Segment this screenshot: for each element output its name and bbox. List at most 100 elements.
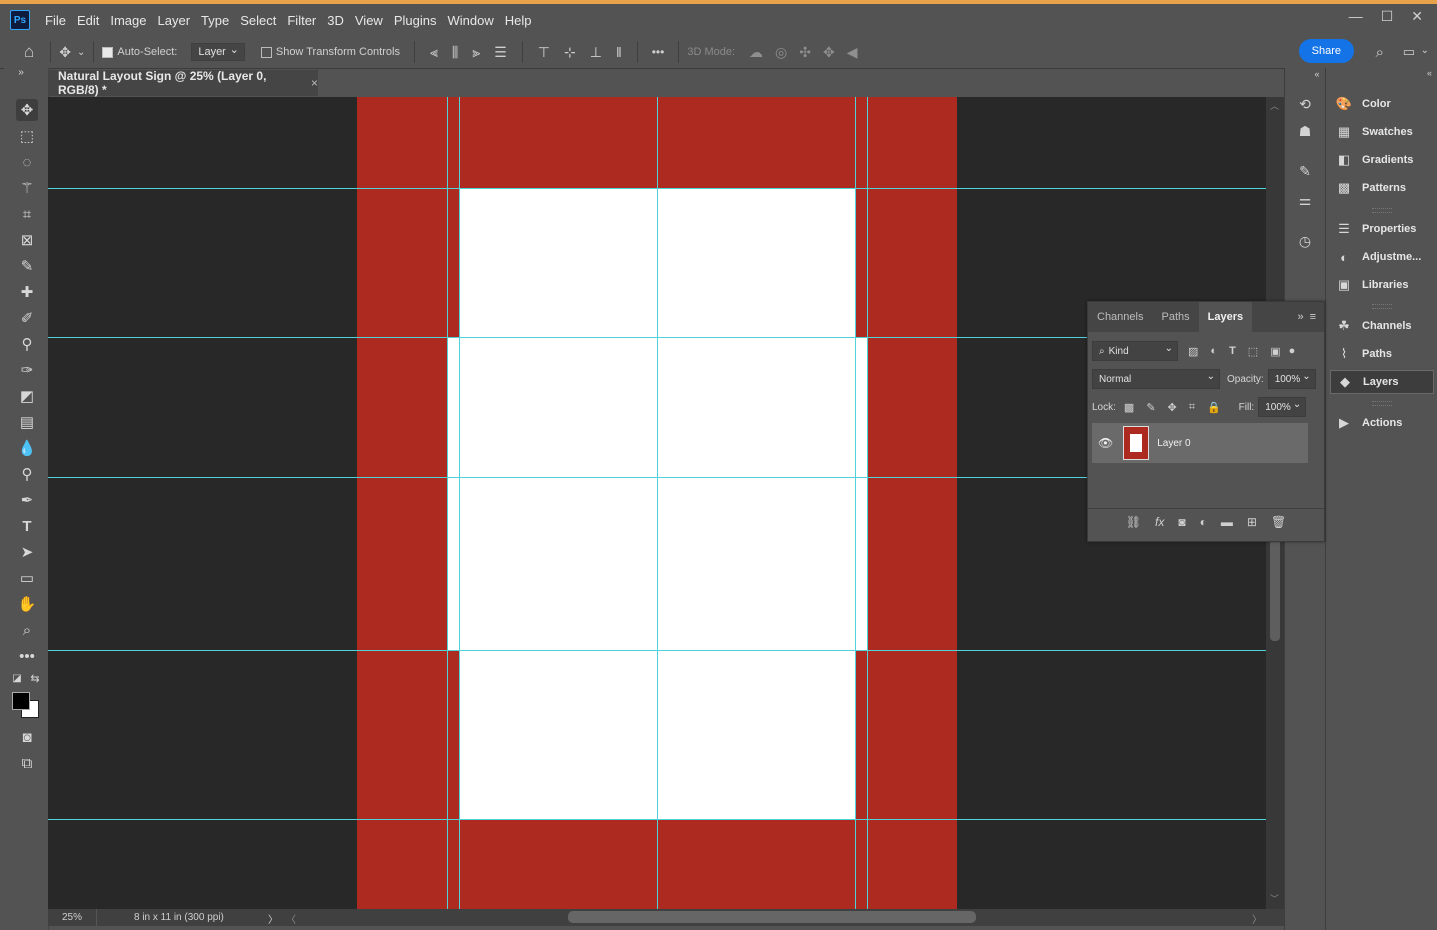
history-states-icon[interactable]: ◷ [1295, 231, 1315, 251]
roll-3d-icon[interactable]: ◎ [775, 44, 787, 61]
rectangle-tool-icon[interactable]: ▭ [16, 567, 38, 589]
tab-channels[interactable]: Channels [1088, 302, 1152, 332]
lock-all-icon[interactable]: 🔒 [1207, 401, 1221, 414]
scroll-down-icon[interactable]: ﹀ [1270, 892, 1279, 905]
menu-plugins[interactable]: Plugins [389, 13, 443, 28]
link-layers-icon[interactable]: ⛓ [1126, 515, 1141, 529]
new-adjustment-icon[interactable]: ◐ [1200, 515, 1207, 529]
magic-wand-tool-icon[interactable]: ⚚ [16, 177, 38, 199]
default-colors-icon[interactable]: ◪ [10, 671, 24, 685]
align-horizontal-center-icon[interactable]: ⫼ [452, 44, 458, 61]
dock-item-color[interactable]: 🎨 Color [1330, 92, 1434, 116]
close-tab-icon[interactable]: × [311, 76, 318, 90]
align-top-icon[interactable]: ⊤ [538, 44, 550, 61]
guide-horizontal[interactable] [48, 819, 1266, 820]
guide-horizontal[interactable] [48, 337, 1266, 338]
scale-3d-icon[interactable]: ◀ [847, 44, 858, 61]
marquee-tool-icon[interactable]: ⬚ [16, 125, 38, 147]
menu-type[interactable]: Type [196, 13, 235, 28]
horizontal-scroll-thumb[interactable] [568, 911, 976, 923]
lasso-tool-icon[interactable]: ◌ [16, 151, 38, 173]
distribute-vertical-icon[interactable]: ☰ [494, 44, 507, 61]
status-menu-arrow-icon[interactable]: 〉 [268, 911, 278, 926]
lock-transparent-icon[interactable]: ▩ [1124, 401, 1134, 414]
blend-mode-dropdown[interactable]: Normal [1092, 369, 1220, 389]
path-selection-tool-icon[interactable]: ➤ [16, 541, 38, 563]
gradient-tool-icon[interactable]: ▤ [16, 411, 38, 433]
dock-item-properties[interactable]: ☰ Properties [1330, 217, 1434, 241]
auto-select-target-dropdown[interactable]: Layer [191, 43, 245, 61]
orbit-3d-icon[interactable]: ☁ [749, 44, 763, 61]
guide-vertical[interactable] [867, 97, 868, 909]
fx-icon[interactable]: fx [1155, 515, 1164, 529]
healing-brush-tool-icon[interactable]: ✚ [16, 281, 38, 303]
foreground-color-swatch[interactable] [12, 692, 30, 710]
move-tool-preset-icon[interactable]: ✥ [59, 44, 71, 61]
move-tool-icon[interactable]: ✥ [16, 99, 38, 121]
scroll-up-icon[interactable]: ︿ [1270, 99, 1279, 112]
filter-adjustment-icon[interactable]: ◐ [1210, 345, 1217, 357]
filter-type-icon[interactable]: T [1229, 345, 1236, 357]
slide-3d-icon[interactable]: ✥ [823, 44, 835, 61]
panel-menu-icon[interactable]: ≡ [1310, 311, 1316, 323]
panel-group-grip[interactable] [1372, 208, 1392, 213]
close-window-button[interactable]: ✕ [1411, 8, 1423, 25]
filter-kind-dropdown[interactable]: ⌕ Kind [1092, 341, 1178, 361]
collapse-panel-icon[interactable]: » [1297, 311, 1303, 323]
search-icon[interactable]: ⌕ [1376, 44, 1384, 61]
lock-position-icon[interactable]: ✥ [1168, 401, 1177, 414]
drag-3d-icon[interactable]: ✣ [799, 44, 811, 61]
document-info[interactable]: 8 in x 11 in (300 ppi) [134, 912, 224, 923]
clone-stamp-tool-icon[interactable]: ⚲ [16, 333, 38, 355]
workspace-icon[interactable]: ▭ [1403, 44, 1415, 60]
maximize-button[interactable]: ☐ [1381, 8, 1394, 25]
guide-horizontal[interactable] [48, 188, 1266, 189]
guide-vertical[interactable] [447, 97, 448, 909]
dock-item-layers[interactable]: ◆ Layers [1330, 370, 1434, 394]
dock-item-adjustments[interactable]: ◐ Adjustme... [1330, 245, 1434, 269]
dock-item-channels[interactable]: ☘ Channels [1330, 314, 1434, 338]
chevron-down-icon[interactable]: ⌄ [1421, 45, 1429, 56]
more-options-icon[interactable]: ••• [652, 45, 665, 59]
align-vertical-center-icon[interactable]: ⊹ [564, 44, 576, 61]
guide-vertical[interactable] [855, 97, 856, 909]
menu-help[interactable]: Help [500, 13, 538, 28]
opacity-input[interactable]: 100% [1267, 369, 1316, 389]
trash-icon[interactable]: 🗑 [1271, 515, 1286, 529]
history-panel-icon[interactable]: ⟲ [1295, 94, 1315, 114]
dock-item-patterns[interactable]: ▩ Patterns [1330, 176, 1434, 200]
glyphs-panel-icon[interactable]: ☗ [1295, 121, 1315, 141]
tab-layers[interactable]: Layers [1198, 302, 1253, 332]
menu-edit[interactable]: Edit [72, 13, 105, 28]
document-canvas[interactable] [357, 97, 957, 909]
vertical-scroll-thumb[interactable] [1270, 537, 1280, 641]
guide-vertical[interactable] [657, 97, 658, 909]
zoom-tool-icon[interactable]: ⌕ [16, 619, 38, 641]
dock-item-swatches[interactable]: ▦ Swatches [1330, 120, 1434, 144]
guide-vertical[interactable] [459, 97, 460, 909]
dock-item-actions[interactable]: ▶ Actions [1330, 411, 1434, 435]
eyedropper-tool-icon[interactable]: ✎ [16, 255, 38, 277]
guide-horizontal[interactable] [48, 477, 1266, 478]
panel-group-grip[interactable] [1372, 401, 1392, 406]
show-transform-checkbox[interactable] [260, 46, 272, 58]
menu-filter[interactable]: Filter [282, 13, 322, 28]
distribute-horizontal-icon[interactable]: ‖ [616, 44, 622, 60]
align-right-icon[interactable]: ⫸ [472, 44, 480, 61]
blur-tool-icon[interactable]: 💧 [16, 437, 38, 459]
screen-mode-icon[interactable]: ⧉ [16, 752, 38, 774]
guide-horizontal[interactable] [48, 650, 1266, 651]
eye-visibility-icon[interactable]: 👁 [1098, 436, 1113, 450]
collapse-dock-icon[interactable]: « [1427, 68, 1432, 78]
filter-pixel-icon[interactable]: ▨ [1188, 345, 1198, 358]
hand-tool-icon[interactable]: ✋ [16, 593, 38, 615]
tab-paths[interactable]: Paths [1152, 302, 1198, 332]
align-bottom-icon[interactable]: ⊥ [590, 44, 602, 61]
dock-item-libraries[interactable]: ▣ Libraries [1330, 273, 1434, 297]
lock-image-icon[interactable]: ✎ [1146, 401, 1155, 414]
menu-select[interactable]: Select [235, 13, 282, 28]
eraser-tool-icon[interactable]: ◩ [16, 385, 38, 407]
zoom-level[interactable]: 25% [62, 912, 82, 923]
dodge-tool-icon[interactable]: ⚲ [16, 463, 38, 485]
frame-tool-icon[interactable]: ⊠ [16, 229, 38, 251]
